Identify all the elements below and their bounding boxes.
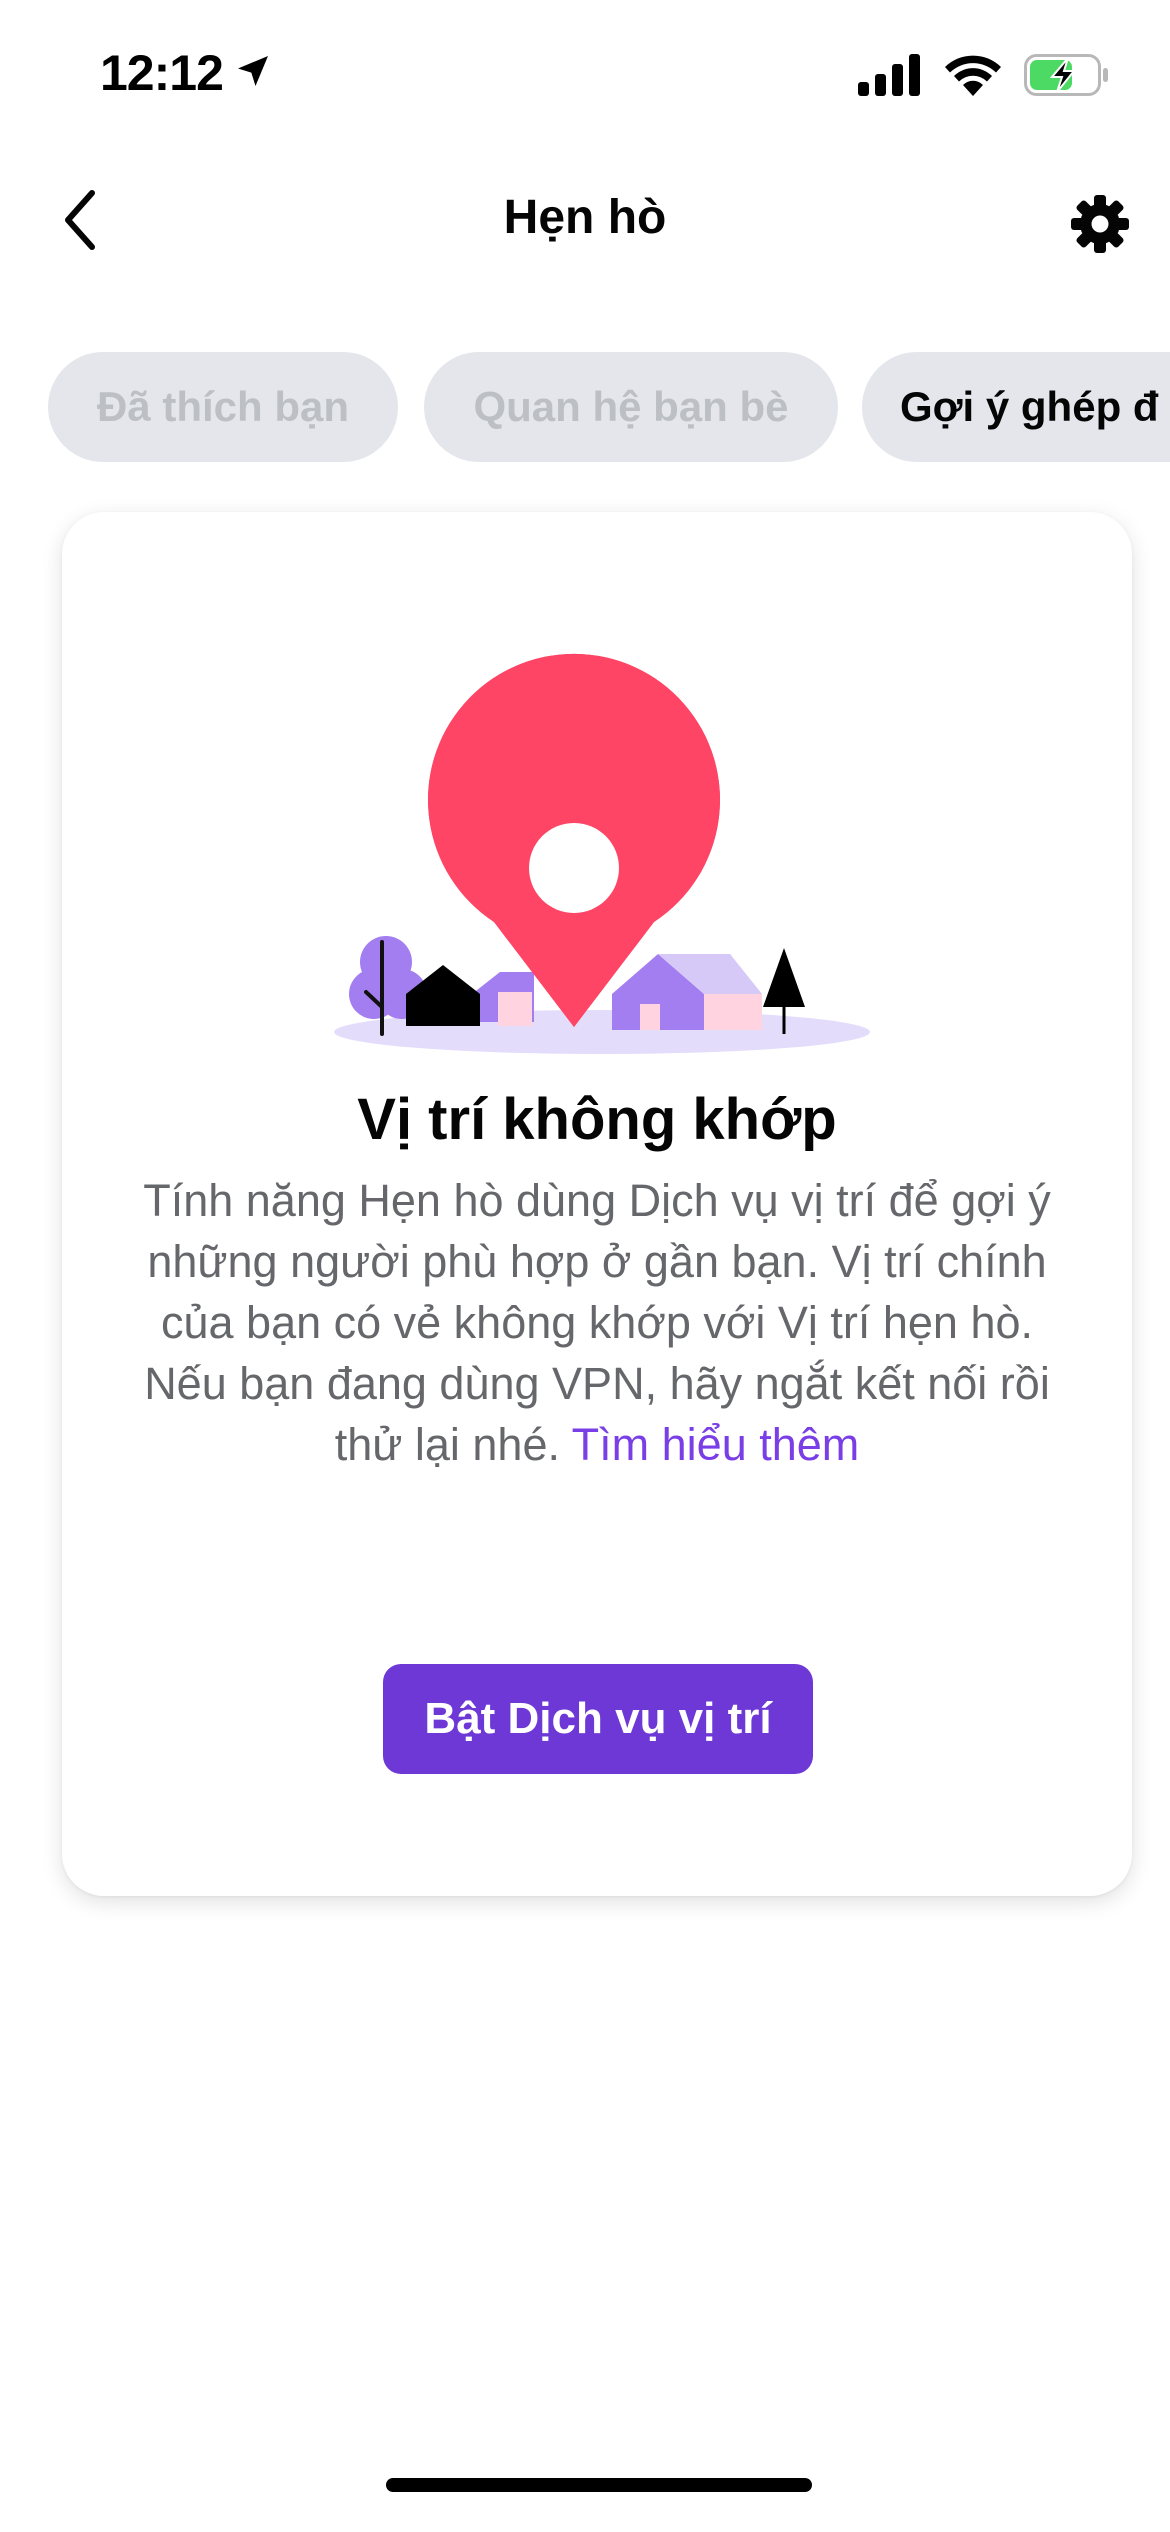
chip-friend-relations[interactable]: Quan hệ bạn bè (424, 352, 838, 462)
home-indicator (386, 2478, 812, 2492)
location-arrow-icon (233, 51, 273, 96)
wifi-icon (944, 54, 1002, 101)
chip-match-suggestions[interactable]: Gợi ý ghép đ (862, 352, 1170, 462)
enable-location-button[interactable]: Bật Dịch vụ vị trí (383, 1664, 813, 1774)
filter-chips: Đã thích bạn Quan hệ bạn bè Gợi ý ghép đ (0, 352, 1170, 464)
status-time-group: 12:12 (100, 44, 273, 102)
card-description: Tính năng Hẹn hò dùng Dịch vụ vị trí để … (122, 1170, 1072, 1475)
location-illustration (322, 622, 882, 1062)
gear-icon (1069, 193, 1131, 260)
page-title: Hẹn hò (503, 191, 667, 244)
settings-button[interactable] (1060, 186, 1140, 266)
battery-charging-icon (1024, 54, 1110, 101)
status-bar: 12:12 (0, 0, 1170, 150)
learn-more-link[interactable]: Tìm hiểu thêm (572, 1419, 860, 1470)
status-icons (858, 54, 1110, 101)
nav-header: Hẹn hò (0, 150, 1170, 300)
cellular-signal-icon (858, 54, 922, 101)
status-time: 12:12 (100, 45, 224, 101)
chip-liked-you[interactable]: Đã thích bạn (48, 352, 398, 462)
location-mismatch-card: Vị trí không khớp Tính năng Hẹn hò dùng … (62, 512, 1132, 1896)
card-title: Vị trí không khớp (357, 1087, 837, 1152)
